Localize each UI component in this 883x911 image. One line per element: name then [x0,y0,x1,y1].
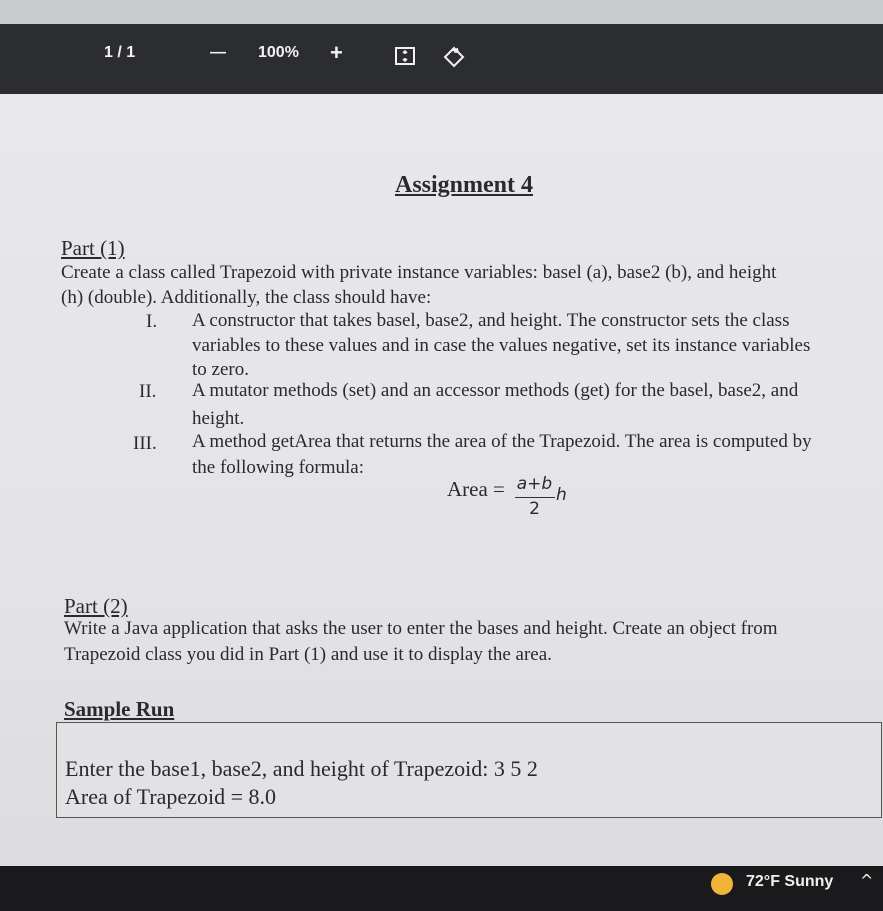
browser-top-strip [0,0,883,24]
list-item-line: height. [192,408,245,429]
formula-denominator: 2 [529,499,540,519]
sample-run-line: Area of Trapezoid = 8.0 [65,784,276,809]
formula-factor: h [556,485,567,505]
pdf-toolbar: 1 / 1 — 100% + [0,24,883,94]
list-numeral: III. [133,433,157,454]
part1-heading: Part (1) [61,236,125,260]
list-item-line: A constructor that takes basel, base2, a… [192,310,790,331]
zoom-level[interactable]: 100% [258,44,299,62]
list-numeral: II. [139,381,157,402]
list-item-line: A mutator methods (set) and an accessor … [192,380,799,401]
sample-run-heading: Sample Run [64,697,175,721]
formula-fraction-bar [515,497,555,498]
page-title: Assignment 4 [395,172,534,198]
area-formula-lhs: Area = [447,477,505,501]
list-item-line: A method getArea that returns the area o… [192,431,812,452]
part1-intro-line: Create a class called Trapezoid with pri… [61,262,777,283]
tray-caret-icon[interactable]: ^ [860,871,873,890]
list-item-line: variables to these values and in case th… [192,335,811,356]
sun-icon[interactable] [711,873,733,895]
rotate-icon[interactable] [441,44,467,73]
part2-line: Write a Java application that asks the u… [64,618,778,639]
part1-intro-line: (h) (double). Additionally, the class sh… [61,287,432,308]
list-numeral: I. [146,311,158,332]
weather-widget[interactable]: 72°F Sunny [746,873,833,891]
part2-heading: Part (2) [64,594,128,618]
part2-line: Trapezoid class you did in Part (1) and … [64,644,552,665]
zoom-in-button[interactable]: + [330,40,343,66]
zoom-out-button[interactable]: — [210,44,226,62]
page-indicator[interactable]: 1 / 1 [104,44,135,62]
sample-run-line: Enter the base1, base2, and height of Tr… [65,756,538,781]
formula-numerator: a+b [516,474,553,494]
list-item-line: the following formula: [192,457,365,478]
fit-page-icon[interactable] [394,46,416,71]
